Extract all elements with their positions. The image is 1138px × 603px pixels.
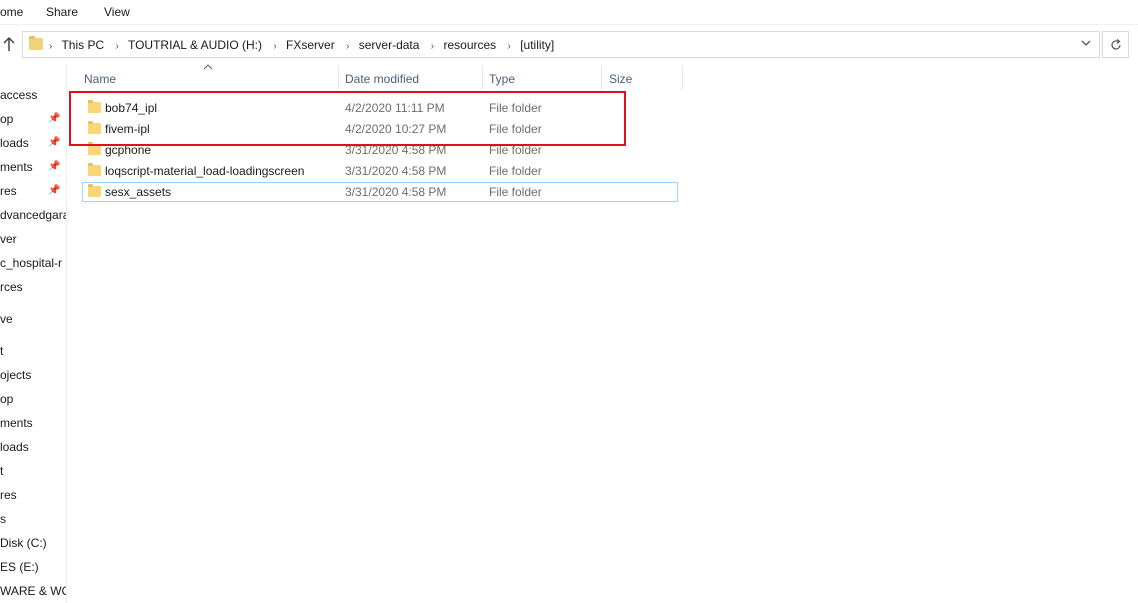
sort-ascending-icon <box>203 62 213 73</box>
chevron-right-icon[interactable]: › <box>273 41 276 52</box>
nav-item[interactable]: WARE & WC <box>0 584 66 598</box>
breadcrumb-item[interactable]: [utility] <box>520 38 554 52</box>
nav-item[interactable]: res <box>0 184 17 198</box>
file-row[interactable]: loqscript-material_load-loadingscreen 3/… <box>82 161 678 181</box>
file-date: 3/31/2020 4:58 PM <box>345 185 447 199</box>
file-type: File folder <box>489 164 542 178</box>
chevron-down-icon[interactable] <box>1081 37 1091 51</box>
folder-icon <box>88 184 101 197</box>
file-date: 3/31/2020 4:58 PM <box>345 164 447 178</box>
nav-item[interactable]: ments <box>0 160 33 174</box>
pin-icon: 📌 <box>48 161 61 172</box>
nav-item[interactable]: res <box>0 488 17 502</box>
breadcrumb-item[interactable]: This PC <box>61 38 104 52</box>
nav-item[interactable]: t <box>0 344 3 358</box>
chevron-right-icon[interactable]: › <box>346 41 349 52</box>
nav-item[interactable]: ojects <box>0 368 31 382</box>
breadcrumb-item[interactable]: FXserver <box>286 38 335 52</box>
nav-item[interactable]: rces <box>0 280 23 294</box>
pin-icon: 📌 <box>48 113 61 124</box>
nav-item[interactable]: access <box>0 88 37 102</box>
nav-item[interactable]: Disk (C:) <box>0 536 47 550</box>
annotation-highlight-box <box>69 91 626 146</box>
column-divider[interactable] <box>601 66 602 90</box>
column-header-size[interactable]: Size <box>609 72 632 86</box>
navigation-pane: access op 📌 loads 📌 ments 📌 res 📌 dvance… <box>0 64 66 603</box>
column-divider[interactable] <box>482 66 483 90</box>
folder-icon <box>29 36 43 50</box>
nav-item[interactable]: op <box>0 112 13 126</box>
column-header-name[interactable]: Name <box>84 72 116 86</box>
nav-scrollbar[interactable] <box>66 64 67 603</box>
file-name: sesx_assets <box>105 185 172 199</box>
nav-item[interactable]: dvancedgara <box>0 208 66 222</box>
up-arrow-icon[interactable] <box>2 36 18 54</box>
nav-item[interactable]: loads <box>0 440 29 454</box>
chevron-right-icon[interactable]: › <box>116 41 119 52</box>
column-header-type[interactable]: Type <box>489 72 515 86</box>
address-bar[interactable]: › This PC › TOUTRIAL & AUDIO (H:) › FXse… <box>22 31 1100 58</box>
refresh-icon[interactable] <box>1102 31 1129 58</box>
breadcrumb: › This PC › TOUTRIAL & AUDIO (H:) › FXse… <box>49 38 554 52</box>
nav-item[interactable]: s <box>0 512 6 526</box>
column-divider[interactable] <box>338 66 339 90</box>
breadcrumb-item[interactable]: server-data <box>359 38 420 52</box>
nav-item[interactable]: t <box>0 464 3 478</box>
pin-icon: 📌 <box>48 137 61 148</box>
breadcrumb-item[interactable]: TOUTRIAL & AUDIO (H:) <box>128 38 262 52</box>
pin-icon: 📌 <box>48 185 61 196</box>
nav-item[interactable]: c_hospital-r <box>0 256 62 270</box>
chevron-right-icon[interactable]: › <box>431 41 434 52</box>
column-divider[interactable] <box>682 66 683 90</box>
ribbon: ome Share View <box>0 0 1138 25</box>
file-row[interactable]: sesx_assets 3/31/2020 4:58 PM File folde… <box>82 182 678 202</box>
nav-item[interactable]: ver <box>0 232 17 246</box>
column-header-date[interactable]: Date modified <box>345 72 419 86</box>
tab-share[interactable]: Share <box>46 5 78 19</box>
chevron-right-icon: › <box>49 41 53 52</box>
breadcrumb-item[interactable]: resources <box>443 38 496 52</box>
file-name: loqscript-material_load-loadingscreen <box>105 164 305 178</box>
nav-item[interactable]: op <box>0 392 13 406</box>
nav-item[interactable]: ES (E:) <box>0 560 39 574</box>
chevron-right-icon[interactable]: › <box>508 41 511 52</box>
nav-item[interactable]: loads <box>0 136 29 150</box>
tab-view[interactable]: View <box>104 5 130 19</box>
file-type: File folder <box>489 185 542 199</box>
folder-icon <box>88 163 101 176</box>
tab-home[interactable]: ome <box>0 5 23 19</box>
nav-item[interactable]: ments <box>0 416 33 430</box>
nav-item[interactable]: ve <box>0 312 13 326</box>
